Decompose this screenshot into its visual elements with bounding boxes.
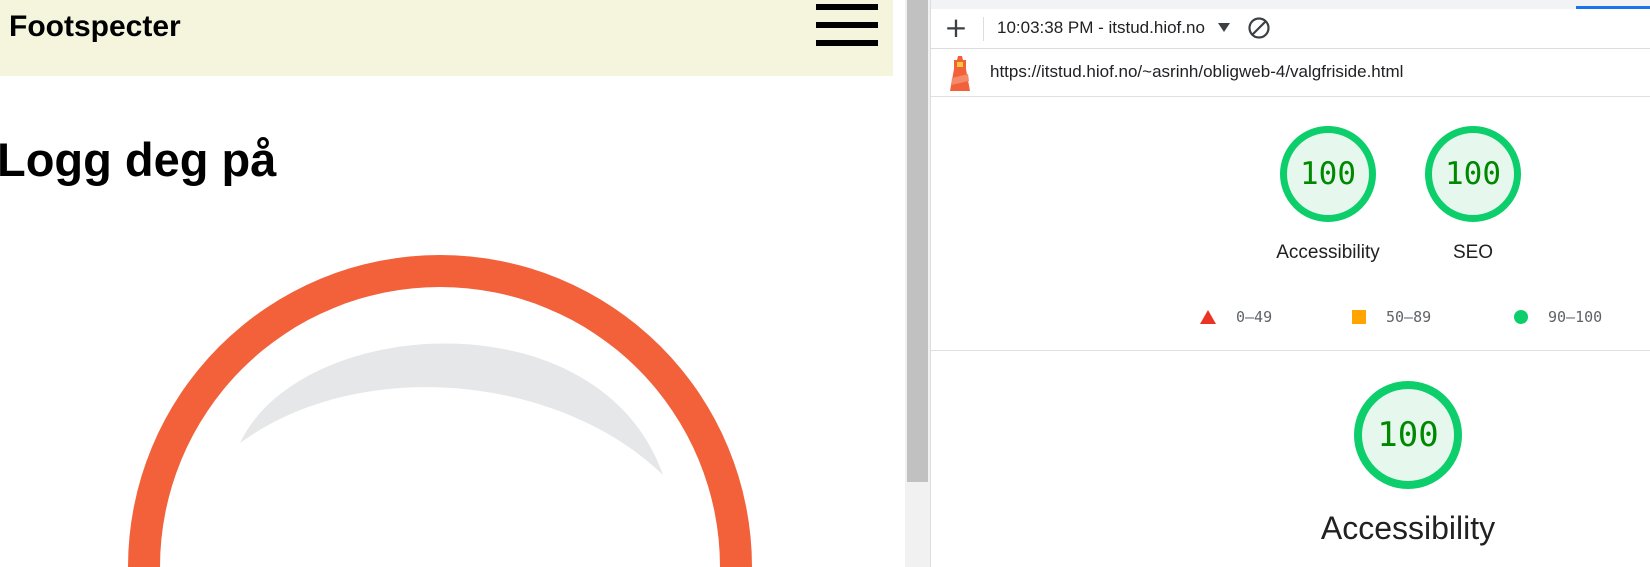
scrollbar-thumb[interactable] [907,0,928,482]
site-brand[interactable]: Footspecter [9,10,181,44]
lighthouse-toolbar: + 10:03:38 PM - itstud.hiof.no [931,9,1650,49]
report-selector[interactable]: 10:03:38 PM - itstud.hiof.no [997,18,1205,38]
section-divider [931,350,1650,351]
square-icon [1352,310,1366,324]
page-heading: Logg deg på [0,133,277,186]
hamburger-bar [816,4,878,10]
devtools-tab-strip [931,0,1650,9]
block-icon[interactable] [1247,16,1271,40]
illustration-ring [128,255,752,567]
lighthouse-panel: + 10:03:38 PM - itstud.hiof.no https://i… [931,0,1650,567]
accessibility-score-gauge[interactable]: 100 [1280,126,1376,222]
gauge-score: 100 [1377,415,1439,455]
login-illustration [128,255,752,567]
seo-gauge-label[interactable]: SEO [1413,242,1533,264]
gauge-score: 100 [1445,156,1501,192]
page-scrollbar[interactable] [905,0,930,567]
circle-icon [1514,310,1528,324]
lighthouse-logo-icon [950,56,970,91]
hamburger-bar [816,22,878,28]
website-viewport: Footspecter Logg deg på [0,0,905,567]
score-legend: 0–49 50–89 90–100 [931,305,1650,329]
illustration-shine [240,343,663,475]
legend-range: 50–89 [1386,308,1432,326]
report-url-bar: https://itstud.hiof.no/~asrinh/obligweb-… [931,49,1650,97]
accessibility-category-title: Accessibility [1320,510,1496,546]
hamburger-menu-icon[interactable] [816,4,878,48]
legend-range: 0–49 [1236,308,1273,326]
seo-score-gauge[interactable]: 100 [1425,126,1521,222]
triangle-icon [1200,310,1216,324]
accessibility-gauge-label[interactable]: Accessibility [1268,242,1388,264]
gauge-score: 100 [1300,156,1356,192]
caret-down-icon[interactable] [1218,23,1230,32]
plus-icon[interactable]: + [943,14,969,42]
hamburger-bar [816,40,878,46]
accessibility-category-gauge: 100 [1354,381,1462,489]
legend-range: 90–100 [1548,308,1603,326]
report-url-link[interactable]: https://itstud.hiof.no/~asrinh/obligweb-… [990,62,1403,82]
site-header: Footspecter [0,0,893,76]
toolbar-separator [983,17,984,41]
